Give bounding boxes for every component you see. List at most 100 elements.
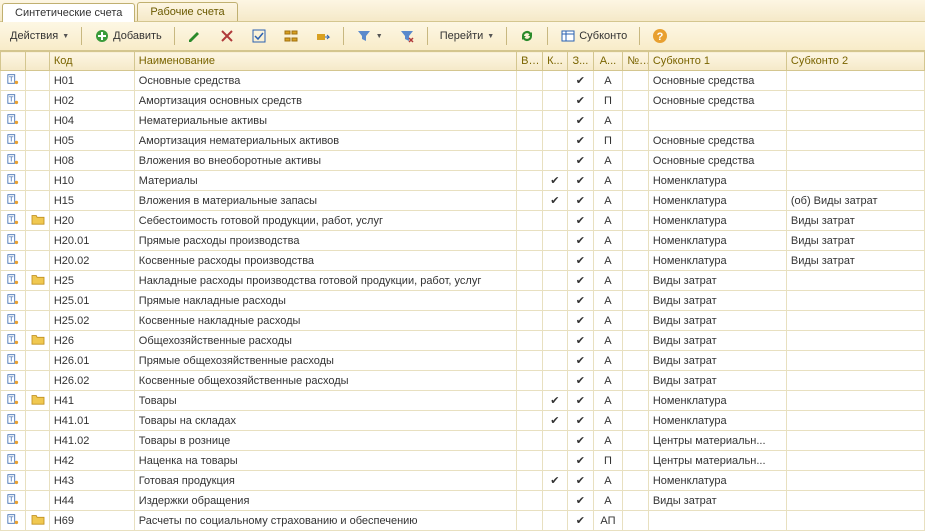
table-scroll[interactable]: Код Наименование В... К... З... А... №..… (0, 51, 925, 531)
header-marker[interactable] (1, 52, 26, 71)
table-row[interactable]: TН15Вложения в материальные запасы✔✔АНом… (1, 191, 925, 211)
header-sub1[interactable]: Субконто 1 (648, 52, 786, 71)
row-n (623, 71, 648, 91)
row-k (542, 491, 567, 511)
row-k: ✔ (542, 171, 567, 191)
table-row[interactable]: TН42Наценка на товары✔ПЦентры материальн… (1, 451, 925, 471)
row-n (623, 251, 648, 271)
row-a: А (593, 191, 623, 211)
filter-button[interactable]: ▼ (350, 25, 389, 47)
row-code: Н42 (49, 451, 134, 471)
move-button[interactable] (309, 25, 337, 47)
subconto-button[interactable]: Субконто (554, 25, 633, 47)
row-sub1: Номенклатура (648, 171, 786, 191)
row-name: Товары на складах (134, 411, 516, 431)
row-folder-icon (26, 171, 49, 191)
table-row[interactable]: TН43Готовая продукция✔✔АНоменклатура (1, 471, 925, 491)
row-n (623, 511, 648, 531)
table-row[interactable]: TН25Накладные расходы производства готов… (1, 271, 925, 291)
row-k (542, 151, 567, 171)
row-sub2 (786, 151, 924, 171)
table-row[interactable]: TН01Основные средства✔АОсновные средства (1, 71, 925, 91)
row-v (517, 91, 542, 111)
header-name[interactable]: Наименование (134, 52, 516, 71)
row-folder-icon (26, 291, 49, 311)
row-sub1: Центры материальн... (648, 451, 786, 471)
row-marker-icon: T (1, 151, 26, 171)
row-marker-icon: T (1, 191, 26, 211)
table-row[interactable]: TН69Расчеты по социальному страхованию и… (1, 511, 925, 531)
table-row[interactable]: TН04Нематериальные активы✔А (1, 111, 925, 131)
row-v (517, 351, 542, 371)
table-row[interactable]: TН10Материалы✔✔АНоменклатура (1, 171, 925, 191)
refresh-button[interactable] (513, 25, 541, 47)
svg-text:T: T (9, 295, 14, 304)
table-row[interactable]: TН20.01Прямые расходы производства✔АНоме… (1, 231, 925, 251)
row-sub1: Основные средства (648, 131, 786, 151)
actions-menu[interactable]: Действия ▼ (4, 27, 75, 45)
row-sub1: Номенклатура (648, 251, 786, 271)
chevron-down-icon: ▼ (376, 33, 383, 40)
header-folder[interactable] (26, 52, 49, 71)
row-sub1: Виды затрат (648, 291, 786, 311)
hierarchy-button[interactable] (277, 25, 305, 47)
table-row[interactable]: TН05Амортизация нематериальных активов✔П… (1, 131, 925, 151)
header-n[interactable]: №.. (623, 52, 648, 71)
header-a[interactable]: А... (593, 52, 623, 71)
edit-button[interactable] (181, 25, 209, 47)
table-row[interactable]: TН26Общехозяйственные расходы✔АВиды затр… (1, 331, 925, 351)
row-name: Материалы (134, 171, 516, 191)
tabs-bar: Синтетические счета Рабочие счета (0, 0, 925, 22)
table-row[interactable]: TН26.02Косвенные общехозяйственные расхо… (1, 371, 925, 391)
table-row[interactable]: TН41.02Товары в рознице✔АЦентры материал… (1, 431, 925, 451)
add-button[interactable]: Добавить (88, 25, 168, 47)
svg-text:T: T (9, 115, 14, 124)
row-z: ✔ (568, 111, 593, 131)
row-z: ✔ (568, 151, 593, 171)
table-row[interactable]: TН41.01Товары на складах✔✔АНоменклатура (1, 411, 925, 431)
table-row[interactable]: TН41Товары✔✔АНоменклатура (1, 391, 925, 411)
row-sub2 (786, 511, 924, 531)
row-sub1: Номенклатура (648, 411, 786, 431)
row-z: ✔ (568, 231, 593, 251)
row-name: Вложения в материальные запасы (134, 191, 516, 211)
help-button[interactable]: ? (646, 25, 674, 47)
filter-clear-button[interactable] (393, 25, 421, 47)
table-row[interactable]: TН44Издержки обращения✔АВиды затрат (1, 491, 925, 511)
row-v (517, 211, 542, 231)
header-sub2[interactable]: Субконто 2 (786, 52, 924, 71)
svg-text:T: T (9, 215, 14, 224)
row-sub1: Центры материальн... (648, 431, 786, 451)
table-row[interactable]: TН08Вложения во внеоборотные активы✔АОсн… (1, 151, 925, 171)
help-icon: ? (652, 28, 668, 44)
row-name: Наценка на товары (134, 451, 516, 471)
tab-working[interactable]: Рабочие счета (137, 2, 237, 21)
table-row[interactable]: TН26.01Прямые общехозяйственные расходы✔… (1, 351, 925, 371)
row-sub2 (786, 431, 924, 451)
row-code: Н25.02 (49, 311, 134, 331)
row-a: А (593, 331, 623, 351)
tab-synthetic[interactable]: Синтетические счета (2, 3, 135, 22)
row-folder-icon (26, 111, 49, 131)
toolbar-separator (174, 27, 175, 45)
table-row[interactable]: TН20.02Косвенные расходы производства✔АН… (1, 251, 925, 271)
header-v[interactable]: В... (517, 52, 542, 71)
table-row[interactable]: TН20Себестоимость готовой продукции, раб… (1, 211, 925, 231)
table-row[interactable]: TН25.02Косвенные накладные расходы✔АВиды… (1, 311, 925, 331)
header-code[interactable]: Код (49, 52, 134, 71)
header-k[interactable]: К... (542, 52, 567, 71)
delete-button[interactable] (213, 25, 241, 47)
row-code: Н08 (49, 151, 134, 171)
row-z: ✔ (568, 251, 593, 271)
table-row[interactable]: TН02Амортизация основных средств✔ПОсновн… (1, 91, 925, 111)
row-a: А (593, 291, 623, 311)
svg-text:T: T (9, 495, 14, 504)
row-sub2 (786, 271, 924, 291)
table-row[interactable]: TН25.01Прямые накладные расходы✔АВиды за… (1, 291, 925, 311)
goto-menu[interactable]: Перейти ▼ (434, 27, 501, 45)
row-v (517, 451, 542, 471)
row-marker-icon: T (1, 331, 26, 351)
mark-button[interactable] (245, 25, 273, 47)
header-z[interactable]: З... (568, 52, 593, 71)
row-code: Н20.02 (49, 251, 134, 271)
